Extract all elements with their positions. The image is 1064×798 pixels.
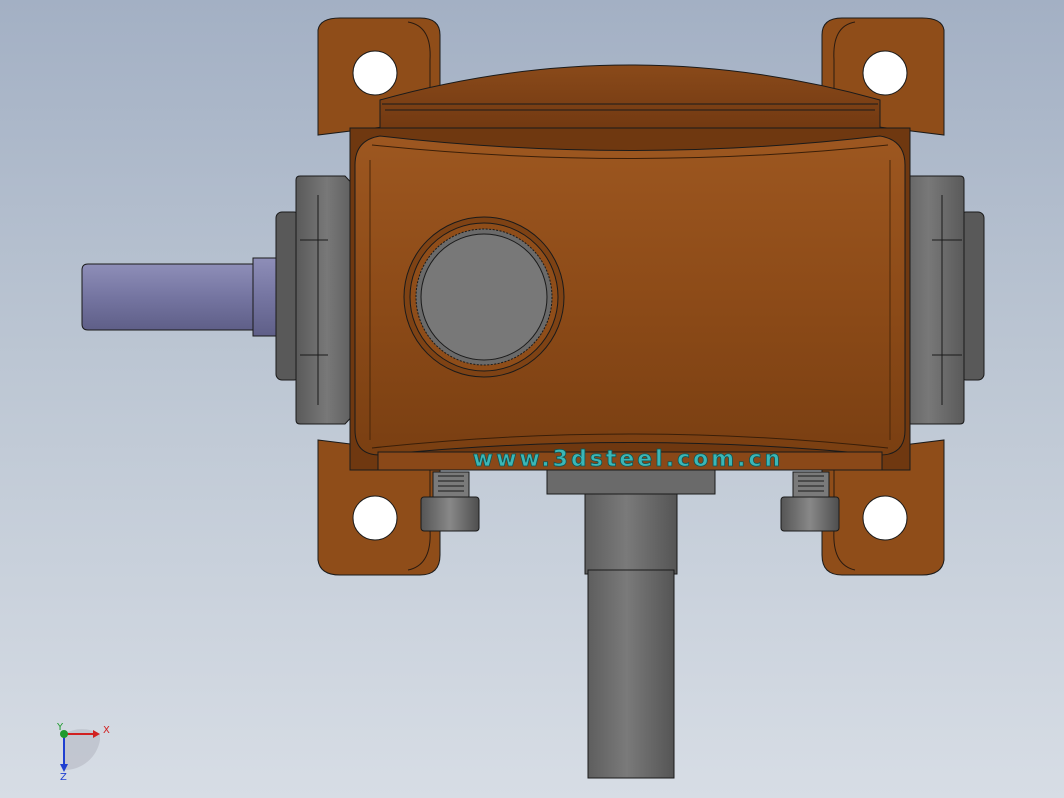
bearing-cap-left <box>275 175 359 425</box>
triad-x-label: X <box>103 725 110 736</box>
engraving-text: www.3dsteel.com.cn <box>473 447 783 472</box>
cad-graphics-viewport[interactable]: www.3dsteel.com.cn X Y Z <box>0 0 1064 798</box>
inspection-cover[interactable] <box>403 216 565 378</box>
gearbox-model[interactable]: www.3dsteel.com.cn X Y Z <box>0 0 1064 798</box>
engraved-brand-text: www.3dsteel.com.cn <box>472 447 783 473</box>
triad-z-label: Z <box>60 772 67 783</box>
reference-triad[interactable]: X Y Z <box>56 722 110 783</box>
triad-y-label: Y <box>56 722 64 733</box>
output-shaft[interactable] <box>546 467 716 779</box>
bolt-hole-top-right <box>862 50 908 96</box>
input-shaft[interactable] <box>81 257 286 337</box>
bolt-hole-top-left <box>352 50 398 96</box>
bolt-hole-bottom-right <box>862 495 908 541</box>
bolt-hole-bottom-left <box>352 495 398 541</box>
